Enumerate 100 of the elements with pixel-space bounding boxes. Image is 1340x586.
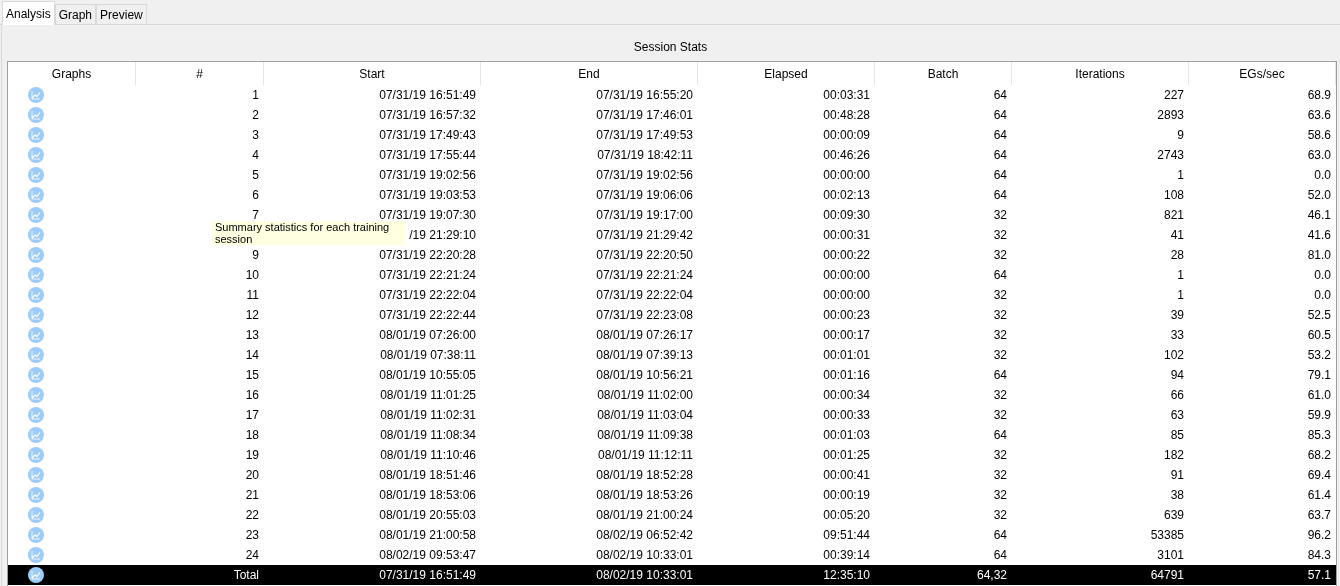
table-cell-text: 96.2 [1307, 527, 1331, 544]
table-cell-text: 3101 [1157, 547, 1184, 564]
table-cell-text: 0.0 [1314, 267, 1331, 284]
table-cell-text: 07/31/19 22:20:50 [596, 247, 693, 264]
tab[interactable]: Preview [96, 4, 147, 24]
table-cell-text: 15 [245, 367, 259, 384]
table-cell-text: 69.4 [1307, 467, 1331, 484]
table-cell-text: 08/02/19 09:53:47 [379, 547, 476, 564]
table-cell-text: 63 [1170, 407, 1184, 424]
table-cell-text: 00:00:00 [823, 167, 870, 184]
table-cell-text: 00:09:30 [823, 207, 870, 224]
table-cell-text: 00:00:17 [823, 327, 870, 344]
table-cell-text: 00:00:41 [823, 467, 870, 484]
table-cell-text: 08/01/19 11:03:04 [597, 407, 693, 424]
table-cell-text: 81.0 [1307, 247, 1331, 264]
table-cell-text: 4 [252, 147, 259, 164]
table-cell-text: 39 [1170, 307, 1184, 324]
table-cell-text: 07/31/19 16:51:49 [379, 87, 476, 104]
table-cell-text: 85 [1170, 427, 1184, 444]
table-cell-text: /19 21:29:10 [409, 227, 476, 244]
table-cell-text: 64 [993, 107, 1007, 124]
table-cell-text: 64 [993, 427, 1007, 444]
table-cell-text: 64 [993, 147, 1007, 164]
table-cell-text: 7 [252, 207, 259, 223]
table-cell-text: 08/02/19 06:52:42 [596, 527, 693, 544]
table-cell-text: 00:05:20 [823, 507, 870, 524]
table-cell-text: 1 [252, 87, 259, 104]
table-cell-text: 00:39:14 [823, 547, 870, 564]
table-cell-text: 07/31/19 22:21:24 [596, 267, 693, 284]
table-cell-text: 07/31/19 19:17:00 [596, 207, 693, 224]
table-cell-text: 07/31/19 19:03:53 [379, 187, 476, 204]
table-cell-text: 18 [245, 427, 259, 444]
table-cell-text: 07/31/19 19:06:06 [596, 187, 693, 204]
table-cell-text: 00:00:31 [823, 227, 870, 244]
table-cell-text: 07/31/19 22:22:04 [379, 287, 476, 304]
table-cell-text: 32 [993, 347, 1007, 364]
table-cell-text: 61.4 [1307, 487, 1331, 504]
table-cell-text: 64 [993, 127, 1007, 144]
table-cell-text: 00:00:00 [823, 267, 870, 284]
table-cell-text: 07/31/19 22:23:08 [596, 307, 693, 324]
table-cell-text: 9 [252, 247, 259, 264]
table-cell-text: 53385 [1150, 527, 1184, 544]
table-cell-text: 07/31/19 19:02:56 [596, 167, 693, 184]
table-cell-text: 46.1 [1307, 207, 1331, 224]
table-cell-text: 6 [252, 187, 259, 204]
table-cell-text: 85.3 [1307, 427, 1331, 444]
table-cell-text: 12:35:10 [823, 567, 870, 584]
table-cell-text: 00:00:34 [823, 387, 870, 404]
table-cell-text: 08/01/19 11:08:34 [380, 427, 476, 444]
table-cell-text: 07/31/19 19:07:30 [379, 207, 476, 223]
table-cell-text: 00:46:26 [823, 147, 870, 164]
chart-icon[interactable] [28, 567, 44, 583]
table-cell-text: 07/31/19 21:29:42 [596, 227, 693, 244]
table-cell-text: 38 [1170, 487, 1184, 504]
table-cell-text: 21 [245, 487, 259, 504]
table-cell-text: 64 [993, 167, 1007, 184]
table-cell-text: 00:02:13 [823, 187, 870, 204]
table-cell-text: 41.6 [1307, 227, 1331, 244]
table-cell-text: 07/31/19 17:55:44 [379, 147, 476, 164]
table-cell-text: 66 [1170, 387, 1184, 404]
table-cell-text: 32 [993, 287, 1007, 304]
table-cell-text: 00:00:09 [823, 127, 870, 144]
table-cell-text: 12 [245, 307, 259, 324]
table-cell-text: 07/31/19 17:46:01 [596, 107, 693, 124]
table-row[interactable]: Total 07/31/19 16:51:49 08/02/19 10:33:01 12:35:10 64,32 64791 57.1 [8, 565, 1336, 585]
table-cell-text: 60.5 [1307, 327, 1331, 344]
table-cell-text: 1 [1177, 167, 1184, 184]
table-cell-text: 24 [245, 547, 259, 564]
table-cell-text: 63.6 [1307, 107, 1331, 124]
table-cell-text: 08/01/19 07:38:11 [380, 347, 476, 364]
table-cell-text: 08/01/19 10:56:21 [596, 367, 693, 384]
table-cell-text: 52.0 [1307, 187, 1331, 204]
tab[interactable]: Graph [54, 4, 97, 24]
table-cell-text: 07/31/19 22:21:24 [379, 267, 476, 284]
table-cell-text: 64 [993, 527, 1007, 544]
table-cell-text: 108 [1163, 187, 1184, 204]
table-cell-text: 13 [245, 327, 259, 344]
table-cell-text: 07/31/19 16:55:20 [596, 87, 693, 104]
table-cell-text: 14 [245, 347, 259, 364]
table-cell-text: 57.1 [1307, 567, 1331, 584]
table-cell-text: 07/31/19 17:49:43 [379, 127, 476, 144]
table-cell-text: 11 [246, 287, 259, 304]
table-cell-text: 63.7 [1307, 507, 1331, 524]
table-cell-text: 32 [993, 467, 1007, 484]
table-cell-text: 00:00:33 [823, 407, 870, 424]
table-cell-text: 00:00:00 [823, 287, 870, 304]
table-cell-text: 08/01/19 18:53:06 [379, 487, 476, 504]
table-cell-text: 00:48:28 [823, 107, 870, 124]
table-cell-text: 58.6 [1307, 127, 1331, 144]
table-cell-text: 5 [252, 167, 259, 184]
tooltip: Summary statistics for each training session [212, 221, 406, 245]
table-cell-text: 102 [1163, 347, 1184, 364]
table-cell-text: 08/01/19 21:00:24 [596, 507, 693, 524]
table-cell-text: 00:01:25 [823, 447, 870, 464]
table-cell-text: 84.3 [1307, 547, 1331, 564]
table-cell-text: 227 [1163, 87, 1184, 104]
table-cell-text: 19 [245, 447, 259, 464]
table-cell-text: 2 [252, 107, 259, 124]
table-cell-text: 32 [993, 327, 1007, 344]
tab[interactable]: Analysis [2, 1, 55, 25]
